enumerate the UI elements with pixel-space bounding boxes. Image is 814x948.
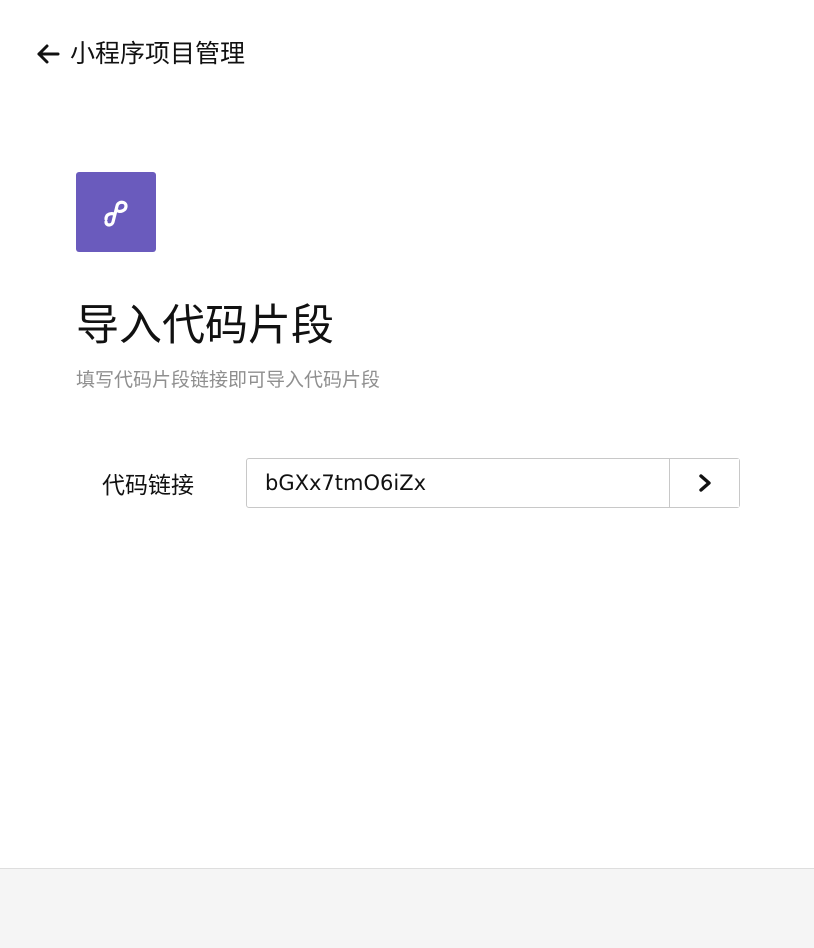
arrow-left-icon[interactable] (34, 40, 62, 68)
code-link-input-group (246, 458, 740, 508)
page-subtitle: 填写代码片段链接即可导入代码片段 (76, 369, 381, 391)
mini-program-logo (76, 172, 156, 252)
footer-bar (0, 868, 814, 948)
page-title: 导入代码片段 (76, 301, 334, 351)
mini-program-icon (104, 200, 128, 227)
import-submit-button[interactable] (669, 459, 739, 507)
code-link-input[interactable] (247, 459, 669, 507)
code-link-form: 代码链接 (102, 458, 740, 508)
import-snippet-page: 小程序项目管理 导入代码片段 填写代码片段链接即可导入代码片段 代码链接 (0, 0, 814, 948)
code-link-label: 代码链接 (102, 473, 194, 499)
back-header[interactable]: 小程序项目管理 (34, 34, 245, 74)
header-title[interactable]: 小程序项目管理 (70, 34, 245, 74)
chevron-right-icon (698, 474, 711, 492)
